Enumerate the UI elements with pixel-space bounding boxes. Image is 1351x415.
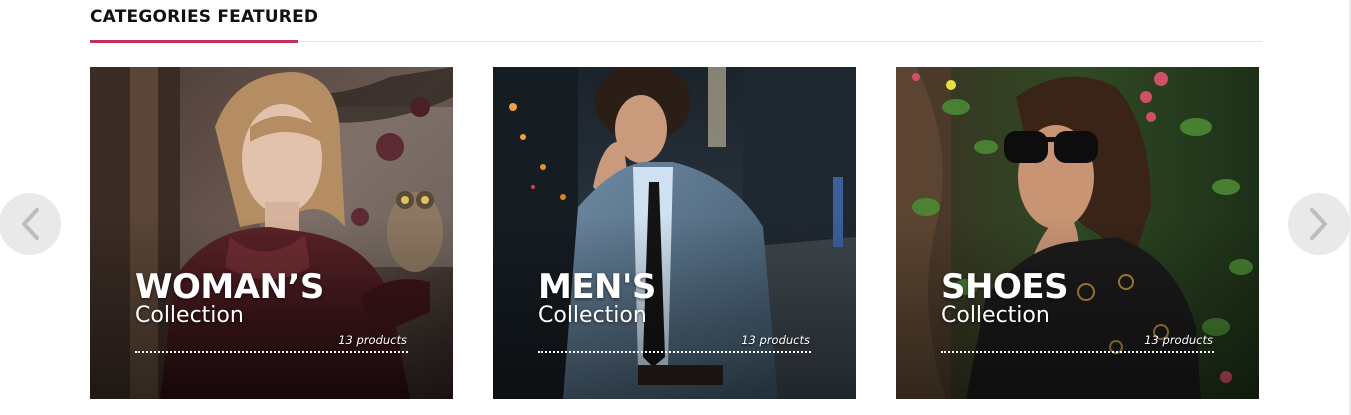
page: CATEGORIES FEATURED WOMAN’S Collection 1…	[0, 0, 1351, 415]
womans-category-image	[90, 67, 453, 399]
category-title: SHOES	[941, 267, 1069, 307]
dotted-divider	[135, 351, 408, 353]
category-subtitle: Collection	[538, 303, 647, 328]
category-product-count: 13 products	[1144, 333, 1213, 347]
chevron-left-icon	[22, 208, 39, 240]
category-subtitle: Collection	[135, 303, 244, 328]
category-title: WOMAN’S	[135, 267, 324, 307]
category-product-count: 13 products	[741, 333, 810, 347]
category-card-womans[interactable]: WOMAN’S Collection 13 products	[90, 67, 453, 399]
category-title: MEN'S	[538, 267, 656, 307]
dotted-divider	[538, 351, 811, 353]
category-subtitle: Collection	[941, 303, 1050, 328]
carousel-prev-button[interactable]	[0, 193, 61, 255]
category-card-shoes[interactable]: SHOES Collection 13 products	[896, 67, 1259, 399]
title-underline	[90, 40, 298, 43]
mens-category-image	[493, 67, 856, 399]
chevron-right-icon	[1310, 208, 1327, 240]
category-product-count: 13 products	[338, 333, 407, 347]
dotted-divider	[941, 351, 1214, 353]
shoes-category-image	[896, 67, 1259, 399]
section-title: CATEGORIES FEATURED	[90, 7, 319, 27]
category-card-mens[interactable]: MEN'S Collection 13 products	[493, 67, 856, 399]
carousel-next-button[interactable]	[1288, 193, 1350, 255]
section-header: CATEGORIES FEATURED	[90, 0, 1262, 43]
